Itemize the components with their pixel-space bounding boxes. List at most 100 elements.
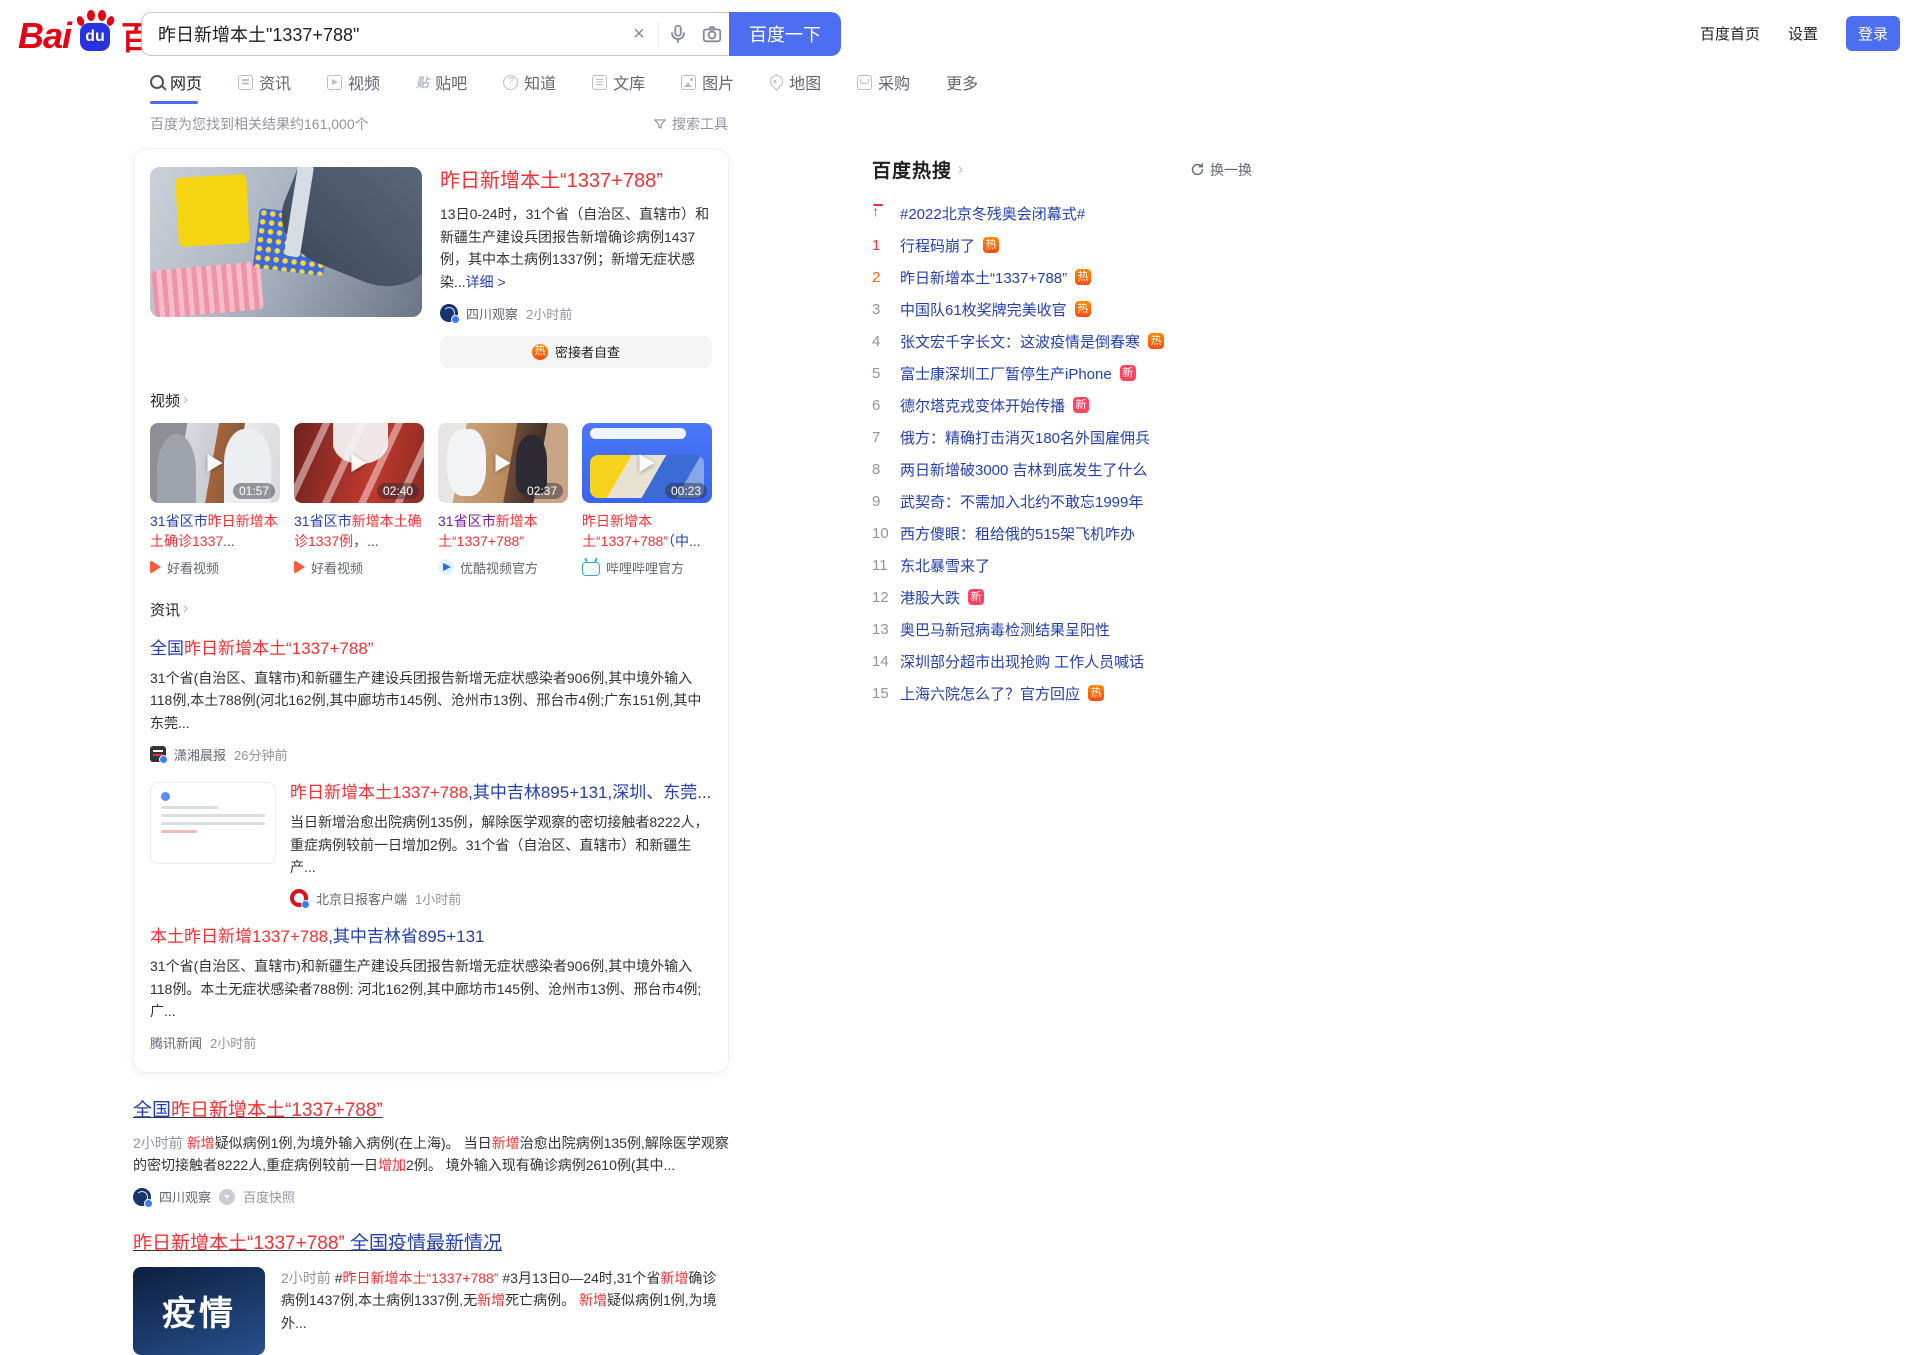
rank-badge: 8: [872, 460, 881, 478]
tab-news[interactable]: 资讯: [238, 70, 291, 104]
hot-search-link[interactable]: 上海六院怎么了？官方回应: [900, 683, 1080, 704]
close-contact-check-bar[interactable]: 热 密接者自查: [440, 335, 712, 368]
hot-search-item[interactable]: 4 张文宏千字长文：这波疫情是倒春寒热: [872, 325, 1252, 357]
tab-label: 视频: [348, 76, 381, 93]
hot-search-link[interactable]: 武契奇：不需加入北约不敢忘1999年: [900, 491, 1143, 512]
search-box[interactable]: ×: [141, 12, 729, 56]
hot-search-item[interactable]: ↑ #2022北京冬残奥会闭幕式#: [872, 197, 1252, 229]
hot-search-link[interactable]: 昨日新增本土“1337+788”: [900, 267, 1067, 288]
hot-search-item[interactable]: 3 中国队61枚奖牌完美收官热: [872, 293, 1252, 325]
hot-search-link[interactable]: 两日新增破3000 吉林到底发生了什么: [900, 459, 1148, 480]
voice-icon[interactable]: [661, 17, 695, 51]
hot-bar-label: 密接者自查: [554, 345, 620, 361]
rank-badge: 13: [872, 620, 889, 638]
tab-video[interactable]: 视频: [327, 70, 380, 104]
search-input[interactable]: [142, 23, 622, 45]
tab-caigou[interactable]: 采购: [857, 70, 910, 104]
snapshot-dropdown-icon[interactable]: [219, 1188, 236, 1205]
hot-search-link[interactable]: 富士康深圳工厂暂停生产iPhone: [900, 363, 1112, 384]
text-segment: （中...: [668, 532, 701, 549]
hot-search-link[interactable]: 张文宏千字长文：这波疫情是倒春寒: [900, 331, 1140, 352]
hot-search-item[interactable]: 9 武契奇：不需加入北约不敢忘1999年: [872, 485, 1252, 517]
hot-search-item[interactable]: 2 昨日新增本土“1337+788” 热: [872, 261, 1252, 293]
tab-wenku[interactable]: 文库: [592, 70, 645, 104]
hot-search-item[interactable]: 6 德尔塔克戎变体开始传播新: [872, 389, 1252, 421]
hot-search-item[interactable]: 10 西方傻眼：租给俄的515架飞机咋办: [872, 517, 1252, 549]
funnel-icon: [654, 119, 666, 129]
video-title[interactable]: 31省区市新增本土“1337+788”: [438, 511, 568, 551]
video-thumbnail[interactable]: 02:40: [294, 422, 424, 503]
text-segment: 昨日新增本土“1337+788”: [171, 1100, 383, 1122]
hot-search-item[interactable]: 5 富士康深圳工厂暂停生产iPhone 新: [872, 357, 1252, 389]
hot-search-item[interactable]: 11 东北暴雪来了: [872, 549, 1252, 581]
news-description: 当日新增治愈出院病例135例，解除医学观察的密切接触者8222人，重症病例较前一…: [290, 813, 709, 876]
video-thumbnail[interactable]: 00:23: [582, 422, 712, 503]
hot-search-link[interactable]: 深圳部分超市出现抢购 工作人员喊话: [900, 651, 1144, 672]
hot-search-link[interactable]: 港股大跌: [900, 587, 960, 608]
news-item: 全国昨日新增本土“1337+788” 31个省(自治区、直辖市)和新疆生产建设兵团…: [150, 638, 712, 765]
search-tools-button[interactable]: 搜索工具: [653, 114, 728, 134]
hot-search-item[interactable]: 14 深圳部分超市出现抢购 工作人员喊话: [872, 645, 1252, 677]
video-card: 00:23 昨日新增本土“1337+788”（中... 哔哩哔哩官方: [582, 422, 712, 577]
search-button[interactable]: 百度一下: [729, 12, 841, 56]
video-thumbnail[interactable]: 02:37: [438, 422, 568, 503]
hot-search-item[interactable]: 13 奥巴马新冠病毒检测结果呈阳性: [872, 613, 1252, 645]
source-name: 四川观察: [159, 1190, 212, 1206]
hot-search-link[interactable]: #2022北京冬残奥会闭幕式#: [900, 203, 1085, 224]
tab-tieba[interactable]: 贴贴吧: [416, 70, 467, 104]
hot-search-link[interactable]: 中国队61枚奖牌完美收官: [900, 299, 1067, 320]
login-button[interactable]: 登录: [1845, 16, 1900, 51]
refresh-button[interactable]: 换一换: [1190, 160, 1252, 180]
hot-search-link[interactable]: 德尔塔克戎变体开始传播: [900, 395, 1065, 416]
camera-icon[interactable]: [695, 17, 729, 51]
text-segment: 全国疫情最新情况: [344, 1233, 502, 1255]
hot-badge: 热: [1088, 685, 1105, 701]
hot-search-link[interactable]: 西方傻眼：租给俄的515架飞机咋办: [900, 523, 1135, 544]
hot-search-link[interactable]: 东北暴雪来了: [900, 555, 990, 576]
text-segment: #: [334, 1269, 343, 1286]
tab-image[interactable]: 图片: [681, 70, 734, 104]
video-title[interactable]: 31省区市新增本土确诊1337例，...: [294, 511, 424, 551]
bilibili-icon: [582, 561, 600, 576]
chevron-right-icon[interactable]: ›: [958, 161, 963, 178]
video-section-header[interactable]: 视频 ›: [150, 390, 712, 411]
rank-badge: 12: [872, 588, 889, 606]
news-title[interactable]: 全国昨日新增本土“1337+788”: [150, 638, 712, 660]
source-row: 腾讯新闻 2小时前: [150, 1033, 712, 1052]
hot-search-item[interactable]: 7 俄方：精确打击消灭180名外国雇佣兵: [872, 421, 1252, 453]
news-section-header[interactable]: 资讯 ›: [150, 599, 712, 620]
link-settings[interactable]: 设置: [1788, 23, 1818, 44]
hot-search-item[interactable]: 1 行程码崩了热: [872, 229, 1252, 261]
news-title[interactable]: 本土昨日新增1337+788,其中吉林省895+131: [150, 926, 712, 948]
clear-icon[interactable]: ×: [622, 17, 656, 51]
video-source-name: 哔哩哔哩官方: [606, 560, 685, 576]
tab-map[interactable]: 地图: [767, 70, 821, 104]
post-thumbnail[interactable]: [150, 781, 276, 864]
scgc-logo-icon: [440, 304, 460, 325]
tab-zhidao[interactable]: 知道: [503, 70, 556, 104]
hot-search-item[interactable]: 8 两日新增破3000 吉林到底发生了什么: [872, 453, 1252, 485]
hot-search-item[interactable]: 12 港股大跌新: [872, 581, 1252, 613]
text-segment: 死亡病例。: [505, 1292, 579, 1309]
news-title[interactable]: 昨日新增本土1337+788,其中吉林895+131,深圳、东莞...: [290, 782, 712, 804]
video-thumbnail[interactable]: 01:57: [150, 422, 280, 503]
top-bar: Bai du 百度 × 百度一下 百度首页 设置 登录: [0, 0, 1920, 68]
tab-search[interactable]: 网页: [150, 70, 202, 104]
search-tabs: 网页 资讯 视频 贴贴吧 知道 文库 图片 地图 采购 更多: [150, 70, 1920, 104]
video-card: 02:40 31省区市新增本土确诊1337例，... 好看视频: [294, 422, 424, 577]
organic-title[interactable]: 昨日新增本土“1337+788” 全国疫情最新情况: [133, 1232, 502, 1257]
video-title[interactable]: 31省区市昨日新增本土确诊1337...: [150, 511, 280, 551]
hot-search-link[interactable]: 俄方：精确打击消灭180名外国雇佣兵: [900, 427, 1150, 448]
top-result-title[interactable]: 昨日新增本土“1337+788”: [440, 169, 712, 194]
result-thumbnail[interactable]: 疫情: [133, 1266, 265, 1355]
rank-badge: 7: [872, 428, 881, 446]
link-baidu-home[interactable]: 百度首页: [1700, 23, 1760, 44]
organic-title[interactable]: 全国昨日新增本土“1337+788”: [133, 1099, 383, 1124]
tab-more[interactable]: 更多: [946, 70, 978, 104]
rank-badge: 9: [872, 492, 881, 510]
video-title[interactable]: 昨日新增本土“1337+788”（中...: [582, 511, 712, 551]
hot-search-item[interactable]: 15 上海六院怎么了？官方回应热: [872, 677, 1252, 709]
news-image[interactable]: [150, 167, 422, 317]
hot-search-link[interactable]: 行程码崩了: [900, 235, 975, 256]
hot-search-link[interactable]: 奥巴马新冠病毒检测结果呈阳性: [900, 619, 1110, 640]
